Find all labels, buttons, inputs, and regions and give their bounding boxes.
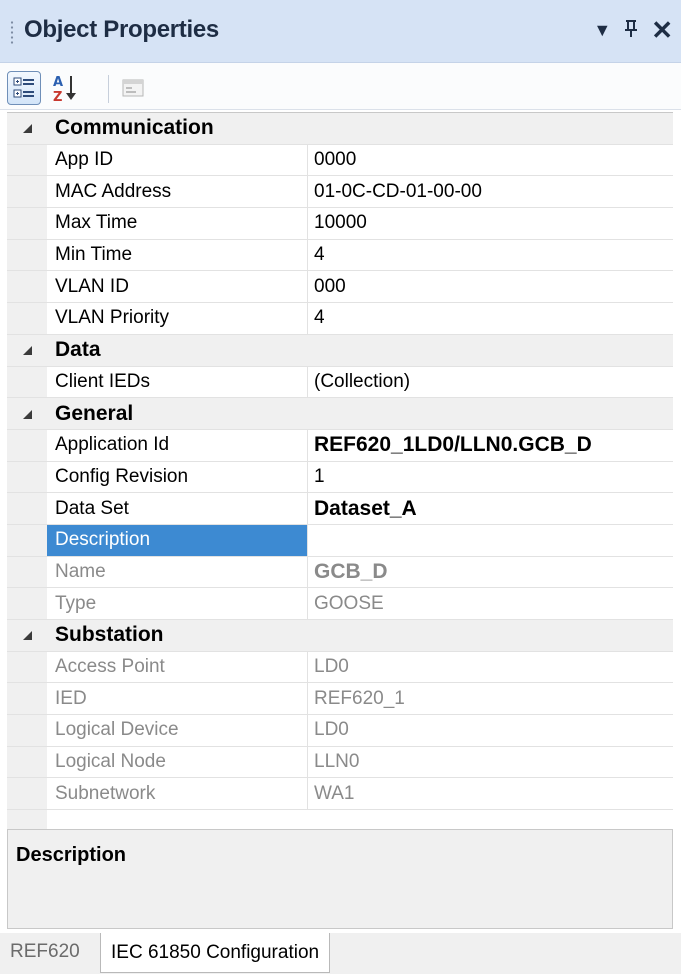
property-row[interactable]: Data Set Dataset_A xyxy=(7,493,673,525)
property-row[interactable]: Min Time 4 xyxy=(7,239,673,272)
property-row[interactable]: MAC Address 01-0C-CD-01-00-00 xyxy=(7,176,673,209)
property-value[interactable]: 1 xyxy=(308,462,673,493)
property-row[interactable]: VLAN Priority 4 xyxy=(7,303,673,335)
property-value[interactable]: REF620_1LD0/LLN0.GCB_D xyxy=(308,430,673,461)
pin-icon[interactable] xyxy=(623,18,639,42)
property-name: VLAN Priority xyxy=(47,303,308,334)
tab-iec-61850-configuration[interactable]: IEC 61850 Configuration xyxy=(100,933,331,973)
property-value[interactable]: 10000 xyxy=(308,208,673,239)
property-name: IED xyxy=(47,683,308,715)
property-name: Subnetwork xyxy=(47,778,308,810)
property-pages-icon xyxy=(122,79,144,97)
property-value: GOOSE xyxy=(314,592,384,614)
category-label: Communication xyxy=(55,116,214,140)
property-name: Access Point xyxy=(47,651,308,683)
collapse-icon[interactable] xyxy=(7,620,47,651)
property-name: Max Time xyxy=(47,208,308,239)
property-value: LD0 xyxy=(314,656,349,678)
close-icon[interactable]: ✕ xyxy=(651,17,673,43)
property-name: MAC Address xyxy=(47,176,308,208)
category-communication[interactable]: Communication xyxy=(7,113,673,145)
category-label: Data xyxy=(55,338,101,362)
property-pages-button[interactable] xyxy=(116,71,150,105)
property-row[interactable]: Logical Node LLN0 xyxy=(7,746,673,779)
property-row[interactable]: Subnetwork WA1 xyxy=(7,778,673,811)
panel-title-bar: Object Properties ▼ ✕ xyxy=(0,0,681,63)
tab-ref620[interactable]: REF620 xyxy=(0,933,90,971)
toolbar-separator xyxy=(108,75,109,103)
property-name: Min Time xyxy=(47,239,308,271)
property-row[interactable]: Client IEDs (Collection) xyxy=(7,366,673,399)
property-row-selected[interactable]: Description xyxy=(7,524,673,557)
property-value[interactable]: 01-0C-CD-01-00-00 xyxy=(308,176,673,207)
category-substation[interactable]: Substation xyxy=(7,620,673,652)
categorized-button[interactable] xyxy=(7,71,41,105)
property-row[interactable]: Name GCB_D xyxy=(7,556,673,589)
property-value[interactable]: 4 xyxy=(308,240,673,271)
property-value: LD0 xyxy=(314,719,349,741)
property-name: VLAN ID xyxy=(47,271,308,303)
alphabetical-button[interactable]: A Z xyxy=(48,71,82,105)
property-row[interactable]: Application Id REF620_1LD0/LLN0.GCB_D xyxy=(7,429,673,462)
property-name: Logical Device xyxy=(47,715,308,746)
property-row[interactable]: Logical Device LD0 xyxy=(7,715,673,747)
property-value[interactable]: 0000 xyxy=(308,145,673,176)
categorized-icon xyxy=(13,77,34,98)
property-value: REF620_1 xyxy=(314,687,405,709)
property-name: Client IEDs xyxy=(47,366,308,398)
property-row[interactable]: IED REF620_1 xyxy=(7,683,673,716)
description-panel: Description xyxy=(7,829,673,929)
property-value[interactable]: Dataset_A xyxy=(308,493,673,524)
property-name: App ID xyxy=(47,144,308,176)
category-data[interactable]: Data xyxy=(7,334,673,367)
property-name: Application Id xyxy=(47,429,308,461)
property-name: Type xyxy=(47,588,308,619)
category-label: General xyxy=(55,401,134,425)
collapse-icon[interactable] xyxy=(7,334,47,366)
property-row[interactable]: Max Time 10000 xyxy=(7,208,673,240)
property-row[interactable]: App ID 0000 xyxy=(7,144,673,177)
panel-title: Object Properties xyxy=(24,16,219,43)
collapse-icon[interactable] xyxy=(7,398,47,429)
sort-az-icon: A Z xyxy=(53,75,76,103)
property-value: GCB_D xyxy=(314,559,388,583)
category-general[interactable]: General xyxy=(7,398,673,430)
property-value: LLN0 xyxy=(314,751,360,773)
property-row[interactable]: VLAN ID 000 xyxy=(7,271,673,304)
property-name: Config Revision xyxy=(47,461,308,493)
property-value[interactable]: 000 xyxy=(308,271,673,302)
document-tabs: REF620 IEC 61850 Configuration xyxy=(0,933,681,974)
property-row[interactable]: Access Point LD0 xyxy=(7,651,673,684)
window-position-dropdown-icon[interactable]: ▼ xyxy=(593,21,611,39)
property-name: Name xyxy=(47,556,308,588)
property-name: Data Set xyxy=(47,493,308,524)
category-label: Substation xyxy=(55,623,164,647)
property-value[interactable] xyxy=(308,525,673,556)
property-name: Description xyxy=(47,524,308,556)
property-row[interactable]: Config Revision 1 xyxy=(7,461,673,494)
property-value[interactable]: (Collection) xyxy=(308,367,673,398)
collapse-icon[interactable] xyxy=(7,113,47,144)
title-controls: ▼ ✕ xyxy=(593,14,673,46)
property-grid-toolbar: A Z xyxy=(0,63,681,110)
property-name: Logical Node xyxy=(47,746,308,778)
property-value: WA1 xyxy=(314,782,355,804)
property-value[interactable]: 4 xyxy=(308,303,673,334)
property-row[interactable]: Type GOOSE xyxy=(7,588,673,620)
grip-handle[interactable] xyxy=(10,20,14,44)
svg-text:Z: Z xyxy=(53,90,62,103)
description-title: Description xyxy=(16,844,127,866)
property-grid: Communication App ID 0000 MAC Address 01… xyxy=(7,112,673,843)
svg-text:A: A xyxy=(53,75,63,90)
